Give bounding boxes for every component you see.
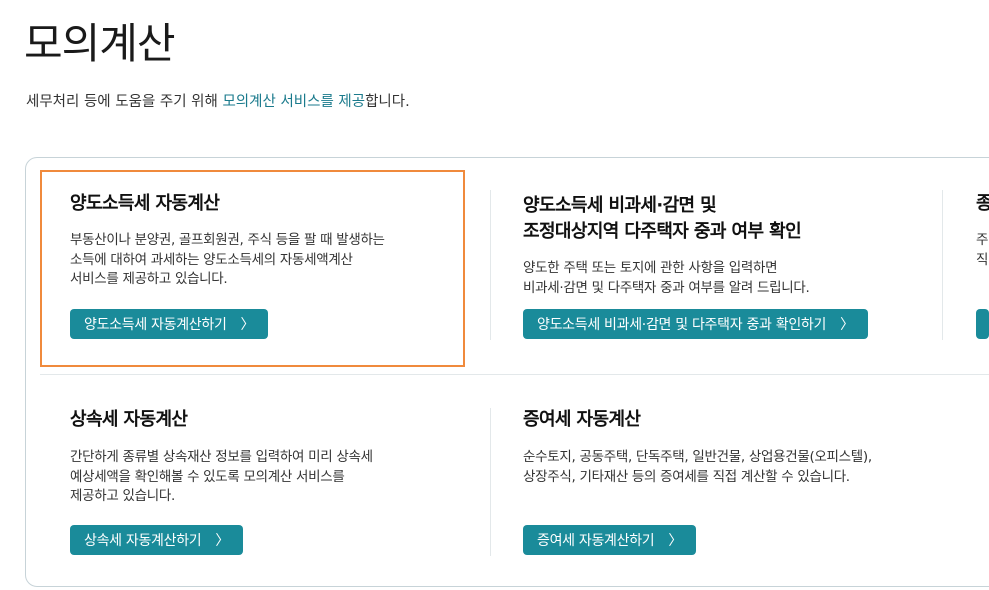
button-label: 증여세 자동계산하기 bbox=[537, 533, 655, 549]
card-description: 간단하게 종류별 상속재산 정보를 입력하여 미리 상속세 예상세액을 확인해볼… bbox=[70, 449, 373, 504]
card-title: 양도소득세 비과세·감면 및 조정대상지역 다주택자 중과 여부 확인 bbox=[523, 195, 802, 242]
card-title: 종 bbox=[976, 193, 989, 214]
column-divider bbox=[942, 190, 943, 340]
intro-text: 세무처리 등에 도움을 주기 위해 모의계산 서비스를 제공합니다. bbox=[26, 90, 410, 111]
card-title: 양도소득세 자동계산 bbox=[70, 193, 220, 214]
button-label: 상속세 자동계산하기 bbox=[84, 533, 202, 549]
chevron-right-icon: 〉 bbox=[215, 533, 230, 549]
card-description: 부동산이나 분양권, 골프회원권, 주식 등을 팔 때 발생하는 소득에 대하여… bbox=[70, 232, 385, 287]
card-description: 순수토지, 공동주택, 단독주택, 일반건물, 상업용건물(오피스텔), 상장주… bbox=[523, 449, 872, 485]
capital-gains-calc-button[interactable]: 양도소득세 자동계산하기 〉 bbox=[70, 309, 269, 339]
column-divider bbox=[490, 190, 491, 340]
card-description: 주 직 bbox=[976, 232, 989, 268]
button-label: 양도소득세 자동계산하기 bbox=[84, 317, 227, 333]
clipped-calc-button[interactable] bbox=[976, 309, 989, 339]
row-divider bbox=[40, 374, 989, 375]
card-description: 양도한 주택 또는 토지에 관한 사항을 입력하면 비과세·감면 및 다주택자 … bbox=[523, 260, 810, 296]
card-title: 증여세 자동계산 bbox=[523, 409, 641, 430]
intro-prefix: 세무처리 등에 도움을 주기 위해 bbox=[26, 94, 223, 110]
intro-highlight: 모의계산 서비스를 제공 bbox=[222, 94, 366, 110]
intro-suffix: 합니다. bbox=[365, 94, 410, 110]
card-title: 상속세 자동계산 bbox=[70, 409, 188, 430]
chevron-right-icon: 〉 bbox=[840, 317, 854, 333]
page-title: 모의계산 bbox=[24, 19, 176, 68]
tax-exemption-check-button[interactable]: 양도소득세 비과세·감면 및 다주택자 중과 확인하기 〉 bbox=[523, 309, 868, 339]
button-label: 양도소득세 비과세·감면 및 다주택자 중과 확인하기 bbox=[537, 317, 827, 333]
gift-tax-calc-button[interactable]: 증여세 자동계산하기 〉 bbox=[523, 525, 697, 555]
column-divider bbox=[490, 408, 491, 556]
chevron-right-icon: 〉 bbox=[240, 317, 255, 333]
inheritance-calc-button[interactable]: 상속세 자동계산하기 〉 bbox=[70, 525, 244, 555]
chevron-right-icon: 〉 bbox=[668, 533, 683, 549]
